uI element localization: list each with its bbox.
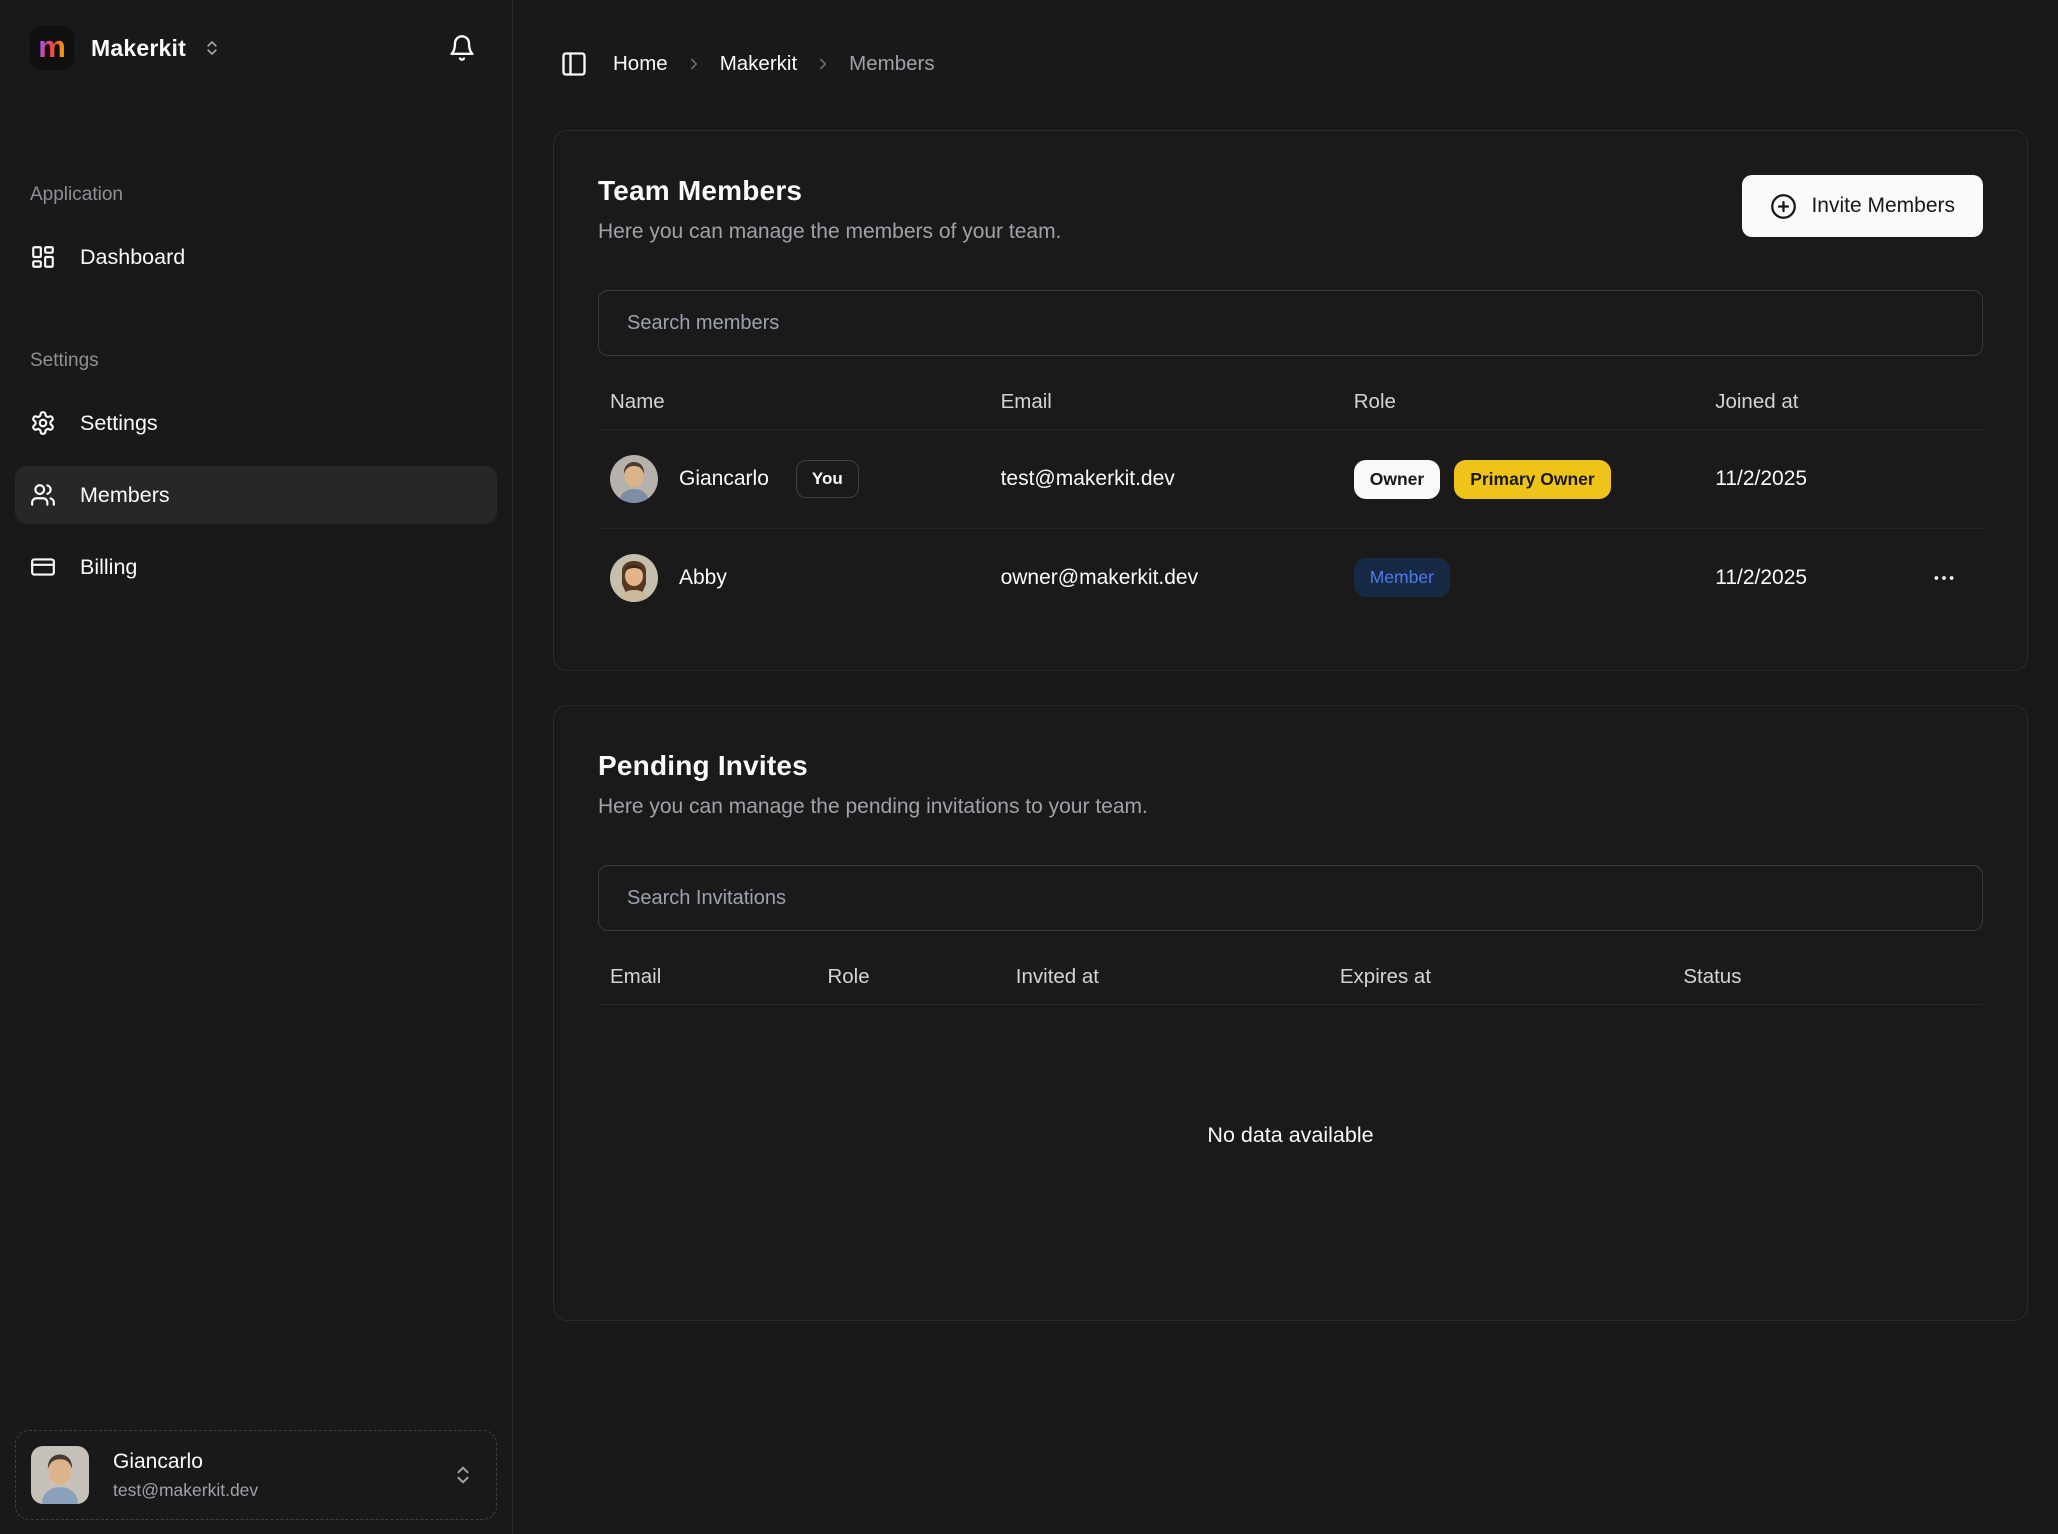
- team-members-card: Team Members Here you can manage the mem…: [553, 130, 2028, 671]
- user-email: test@makerkit.dev: [113, 1480, 428, 1501]
- nav-section-settings: Settings: [15, 350, 497, 372]
- user-avatar: [31, 1446, 89, 1504]
- members-table: Name Email Role Joined at Giancarlo You …: [598, 374, 1983, 626]
- sidebar-header: m Makerkit: [0, 0, 512, 96]
- column-header-email: Email: [598, 965, 815, 989]
- sidebar-item-label: Members: [80, 483, 170, 508]
- breadcrumb-makerkit[interactable]: Makerkit: [720, 52, 797, 76]
- column-header-name: Name: [598, 390, 989, 414]
- role-badge-primary-owner: Primary Owner: [1454, 460, 1611, 499]
- panel-left-icon: [560, 50, 588, 78]
- workspace-selector[interactable]: m Makerkit: [30, 26, 221, 70]
- sidebar-item-billing[interactable]: Billing: [15, 538, 497, 596]
- member-joined-at: 11/2/2025: [1703, 467, 1905, 491]
- empty-state-text: No data available: [598, 1005, 1983, 1276]
- sidebar-item-dashboard[interactable]: Dashboard: [15, 228, 497, 286]
- table-row: Abby owner@makerkit.dev Member 11/2/2025: [598, 528, 1983, 626]
- circle-plus-icon: [1770, 193, 1797, 220]
- sidebar: m Makerkit Application Dashboard Setting…: [0, 0, 513, 1534]
- ellipsis-icon: [1931, 565, 1957, 591]
- row-actions-button[interactable]: [1917, 565, 1971, 591]
- column-header-status: Status: [1671, 965, 1983, 989]
- sidebar-nav: Application Dashboard Settings Settings: [0, 96, 512, 1430]
- sidebar-item-members[interactable]: Members: [15, 466, 497, 524]
- members-table-header: Name Email Role Joined at: [598, 374, 1983, 430]
- main-content: Home Makerkit Members Team Members Here …: [513, 0, 2058, 1534]
- gear-icon: [30, 410, 56, 436]
- search-members-input[interactable]: [598, 290, 1983, 356]
- users-icon: [30, 482, 56, 508]
- dashboard-icon: [30, 244, 56, 270]
- invite-members-label: Invite Members: [1811, 194, 1955, 218]
- pending-invites-card: Pending Invites Here you can manage the …: [553, 705, 2028, 1321]
- team-members-heading: Team Members Here you can manage the mem…: [598, 175, 1061, 244]
- member-avatar: [610, 455, 658, 503]
- column-header-joined-at: Joined at: [1703, 390, 1905, 414]
- column-header-invited-at: Invited at: [1004, 965, 1328, 989]
- notifications-button[interactable]: [448, 34, 476, 62]
- brand-logo: m: [30, 26, 74, 70]
- member-joined-at: 11/2/2025: [1703, 566, 1905, 590]
- table-row: Giancarlo You test@makerkit.dev Owner Pr…: [598, 430, 1983, 528]
- invites-table: Email Role Invited at Expires at Status …: [598, 949, 1983, 1276]
- breadcrumb-home[interactable]: Home: [613, 52, 668, 76]
- breadcrumb-members: Members: [849, 52, 934, 76]
- nav-section-application: Application: [15, 184, 497, 206]
- sidebar-item-label: Dashboard: [80, 245, 185, 270]
- bell-icon: [448, 34, 476, 62]
- column-header-expires-at: Expires at: [1328, 965, 1671, 989]
- invite-members-button[interactable]: Invite Members: [1742, 175, 1983, 237]
- member-email: owner@makerkit.dev: [989, 566, 1342, 590]
- member-name: Giancarlo: [679, 467, 769, 491]
- sidebar-item-label: Billing: [80, 555, 137, 580]
- user-account-menu[interactable]: Giancarlo test@makerkit.dev: [15, 1430, 497, 1520]
- workspace-name: Makerkit: [91, 35, 186, 62]
- chevrons-up-down-icon: [203, 39, 221, 57]
- column-header-role: Role: [815, 965, 1003, 989]
- user-name: Giancarlo: [113, 1450, 428, 1474]
- credit-card-icon: [30, 554, 56, 580]
- member-name: Abby: [679, 566, 727, 590]
- sidebar-item-settings[interactable]: Settings: [15, 394, 497, 452]
- role-badge-owner: Owner: [1354, 460, 1440, 499]
- pending-invites-title: Pending Invites: [598, 750, 1148, 782]
- pending-invites-heading: Pending Invites Here you can manage the …: [598, 750, 1148, 819]
- invites-table-header: Email Role Invited at Expires at Status: [598, 949, 1983, 1005]
- search-invitations-input[interactable]: [598, 865, 1983, 931]
- chevron-right-icon: [814, 55, 832, 73]
- sidebar-toggle-button[interactable]: [560, 50, 588, 78]
- brand-logo-letter: m: [38, 31, 66, 62]
- chevrons-up-down-icon: [452, 1464, 474, 1486]
- chevron-right-icon: [685, 55, 703, 73]
- team-members-description: Here you can manage the members of your …: [598, 220, 1061, 244]
- user-meta: Giancarlo test@makerkit.dev: [113, 1450, 428, 1501]
- pending-invites-description: Here you can manage the pending invitati…: [598, 795, 1148, 819]
- team-members-title: Team Members: [598, 175, 1061, 207]
- column-header-email: Email: [989, 390, 1342, 414]
- column-header-role: Role: [1342, 390, 1703, 414]
- role-badge-member: Member: [1354, 558, 1450, 597]
- member-email: test@makerkit.dev: [989, 467, 1342, 491]
- breadcrumb: Home Makerkit Members: [553, 44, 2028, 84]
- you-badge: You: [796, 460, 859, 498]
- member-avatar: [610, 554, 658, 602]
- sidebar-item-label: Settings: [80, 411, 158, 436]
